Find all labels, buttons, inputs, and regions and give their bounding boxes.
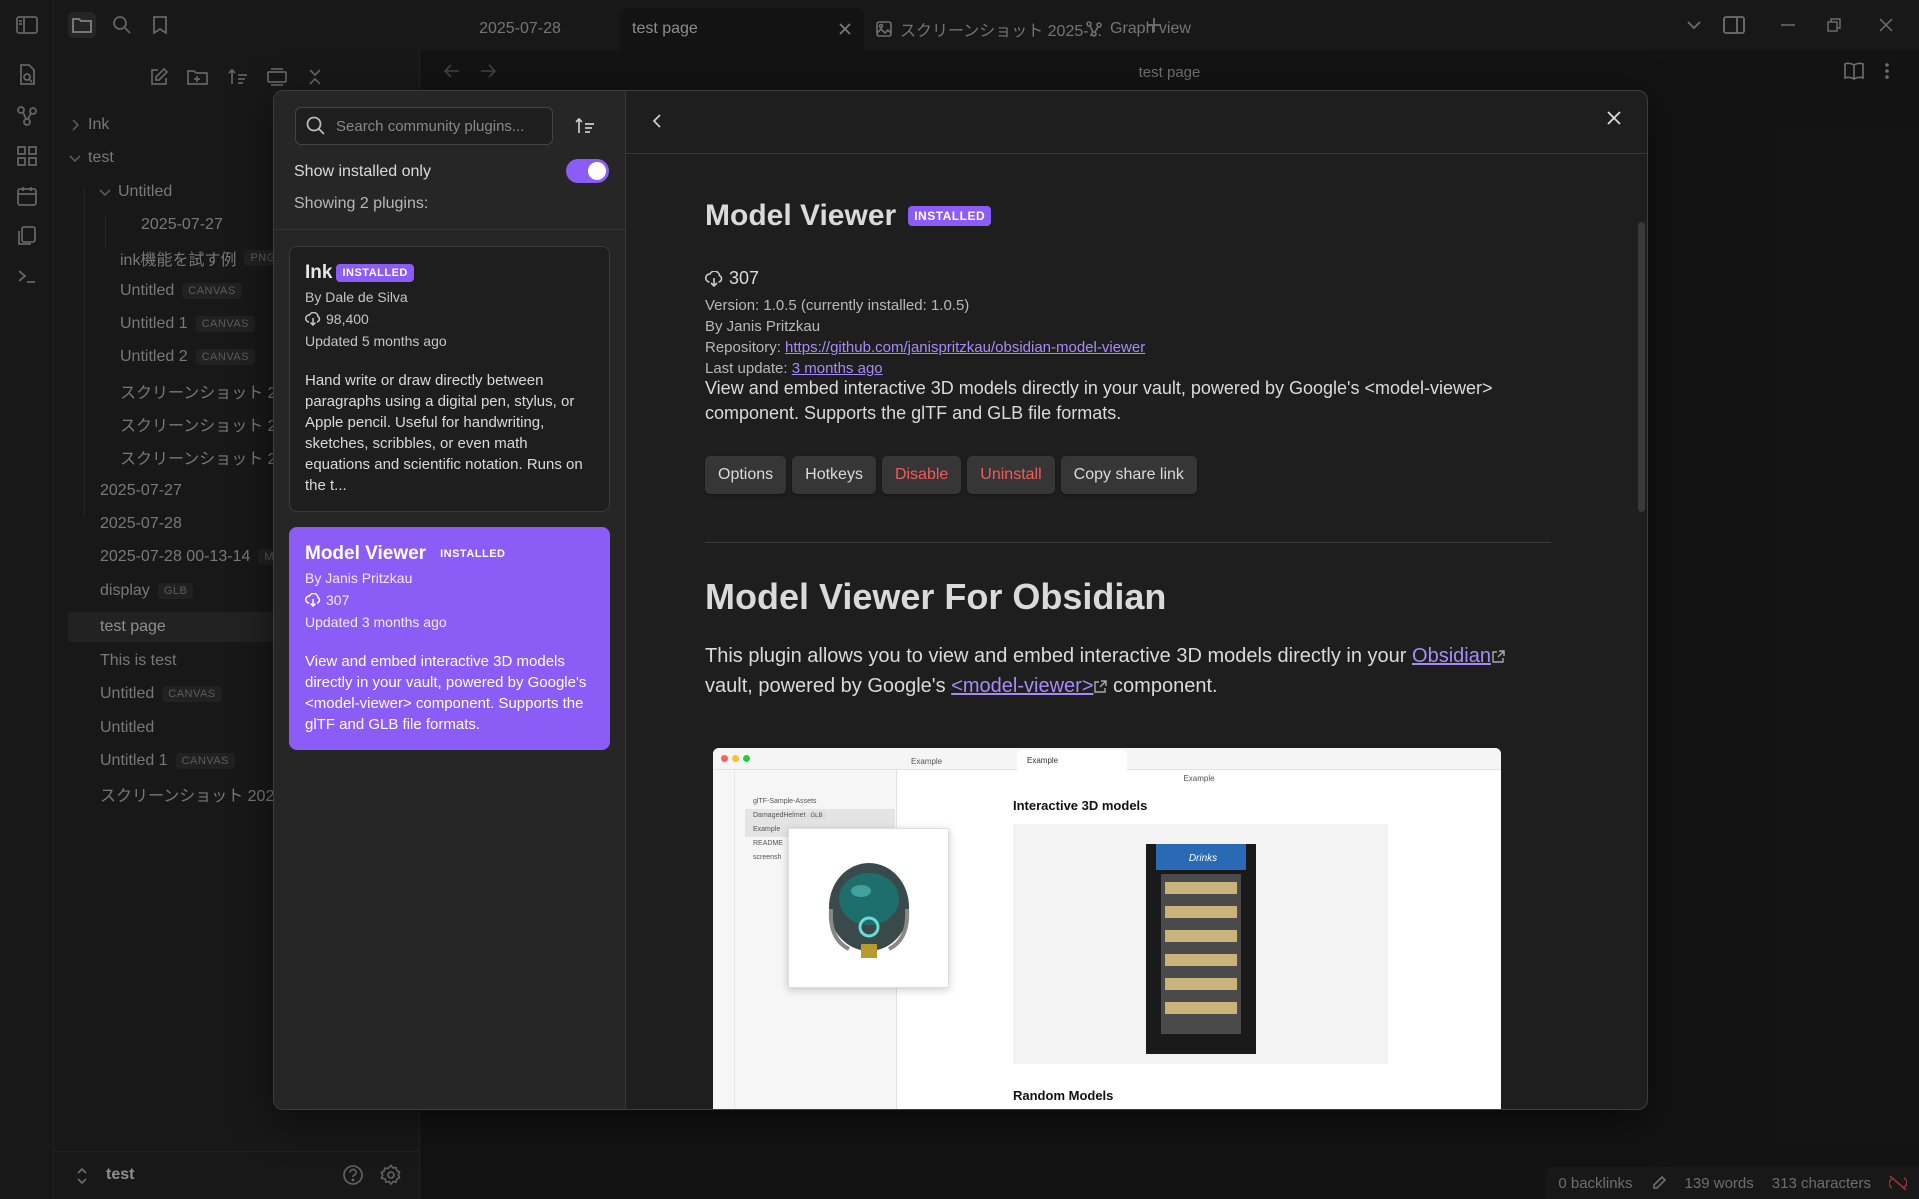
show-installed-toggle[interactable] xyxy=(566,159,609,183)
mini-tree-item: glTF-Sample-Assets xyxy=(753,798,817,805)
download-icon xyxy=(305,312,321,326)
mini-tree-item: DamagedHelmet GLB xyxy=(745,809,895,823)
options-button[interactable]: Options xyxy=(705,456,787,494)
plugin-list-panel: Show installed only Showing 2 plugins: I… xyxy=(274,91,626,1109)
fridge-sign: Drinks xyxy=(1189,853,1217,864)
repository-link[interactable]: https://github.com/janispritzkau/obsidia… xyxy=(785,339,1145,356)
last-update-label: Last update: xyxy=(705,360,792,377)
hotkeys-button[interactable]: Hotkeys xyxy=(792,456,876,494)
divider xyxy=(705,542,1551,543)
plugin-description: View and embed interactive 3D models dir… xyxy=(705,378,1493,423)
obsidian-link[interactable]: Obsidian xyxy=(1412,645,1491,667)
plugin-name: Ink xyxy=(305,262,333,283)
plugin-version: Version: 1.0.5 (currently installed: 1.0… xyxy=(705,297,970,314)
model-viewer-link[interactable]: <model-viewer> xyxy=(951,675,1093,697)
plugin-search-input[interactable] xyxy=(336,117,536,135)
plugin-updated: Updated 3 months ago xyxy=(305,614,447,630)
download-icon xyxy=(305,593,321,607)
copy-share-link-button[interactable]: Copy share link xyxy=(1060,456,1197,494)
readme-text: This plugin allows you to view and embed… xyxy=(705,645,1413,667)
plugin-actions: Options Hotkeys Disable Uninstall Copy s… xyxy=(705,456,1203,494)
plugin-downloads: 98,400 xyxy=(305,308,594,330)
download-count: 307 xyxy=(705,268,759,289)
repository-label: Repository: xyxy=(705,339,786,356)
plugin-card-title: Ink INSTALLED xyxy=(305,262,594,284)
readme-screenshot: Example Example Example glTF-Sample-Asse… xyxy=(713,748,1501,1109)
showing-count: Showing 2 plugins: xyxy=(294,195,429,212)
downloads-value: 307 xyxy=(326,592,350,608)
scrollbar-thumb[interactable] xyxy=(1638,222,1645,512)
plugin-meta: Version: 1.0.5 (currently installed: 1.0… xyxy=(705,295,1145,379)
helmet-icon xyxy=(828,863,910,958)
mac-minimize-dot xyxy=(732,755,739,762)
plugin-title-row: Model Viewer INSTALLED xyxy=(705,199,992,233)
installed-badge: INSTALLED xyxy=(908,206,992,226)
helmet-preview xyxy=(788,828,949,988)
plugin-downloads: 307 xyxy=(305,589,594,611)
installed-badge: INSTALLED xyxy=(440,548,506,560)
mac-close-dot xyxy=(721,755,728,762)
toggle-knob xyxy=(588,162,606,180)
detail-header xyxy=(626,91,1647,154)
readme-heading: Model Viewer For Obsidian xyxy=(705,576,1167,617)
readme-paragraph: This plugin allows you to view and embed… xyxy=(705,641,1565,701)
last-update-link[interactable]: 3 months ago xyxy=(792,360,883,377)
show-installed-label: Show installed only xyxy=(294,163,431,180)
plugin-author: By Janis Pritzkau xyxy=(305,570,413,586)
plugin-search-box[interactable] xyxy=(295,107,553,145)
plugin-repository: Repository: https://github.com/janisprit… xyxy=(705,337,1145,358)
fridge-icon: Drinks xyxy=(1146,844,1256,1054)
fridge-preview: Drinks xyxy=(1013,824,1388,1064)
plugin-card-ink[interactable]: Ink INSTALLED By Dale de Silva 98,400 Up… xyxy=(289,246,610,512)
installed-badge: INSTALLED xyxy=(336,264,414,282)
plugin-author: By Dale de Silva xyxy=(305,289,408,305)
downloads-value: 307 xyxy=(729,268,760,288)
disable-button[interactable]: Disable xyxy=(881,456,962,494)
mini-tab: Example xyxy=(911,757,943,766)
plugin-detail-panel: Model Viewer INSTALLED 307 Version: 1.0.… xyxy=(626,91,1647,1109)
mini-heading-2: Random Models xyxy=(1013,1088,1114,1103)
back-chevron-icon[interactable] xyxy=(652,113,662,129)
mac-zoom-dot xyxy=(743,755,750,762)
external-link-icon xyxy=(1093,680,1108,694)
plugin-author: By Janis Pritzkau xyxy=(705,318,821,335)
plugin-updated: Updated 5 months ago xyxy=(305,333,447,349)
uninstall-button[interactable]: Uninstall xyxy=(967,456,1055,494)
plugin-name: Model Viewer xyxy=(305,543,427,564)
plugin-title: Model Viewer xyxy=(705,199,897,232)
mini-title: Example xyxy=(1183,774,1215,783)
mini-heading: Interactive 3D models xyxy=(1013,798,1148,813)
external-link-icon xyxy=(1491,650,1505,664)
plugin-card-title: Model Viewer INSTALLED xyxy=(305,543,594,565)
plugin-description: Hand write or draw directly between para… xyxy=(305,372,583,494)
close-modal-icon[interactable] xyxy=(1599,103,1629,133)
mini-tag: GLB xyxy=(807,813,826,819)
readme-text: component. xyxy=(1107,675,1218,697)
community-plugins-modal: Show installed only Showing 2 plugins: I… xyxy=(273,90,1648,1110)
mini-tab-active: Example xyxy=(1017,750,1127,770)
plugin-card-model-viewer[interactable]: Model Viewer INSTALLED By Janis Pritzkau… xyxy=(289,527,610,750)
search-icon xyxy=(306,116,326,136)
readme-text: vault, powered by Google's xyxy=(705,675,952,697)
downloads-value: 98,400 xyxy=(326,311,369,327)
download-icon xyxy=(705,270,723,287)
sort-icon[interactable] xyxy=(575,116,595,136)
mini-tree-label: DamagedHelmet xyxy=(753,812,806,819)
plugin-description: View and embed interactive 3D models dir… xyxy=(305,653,587,733)
